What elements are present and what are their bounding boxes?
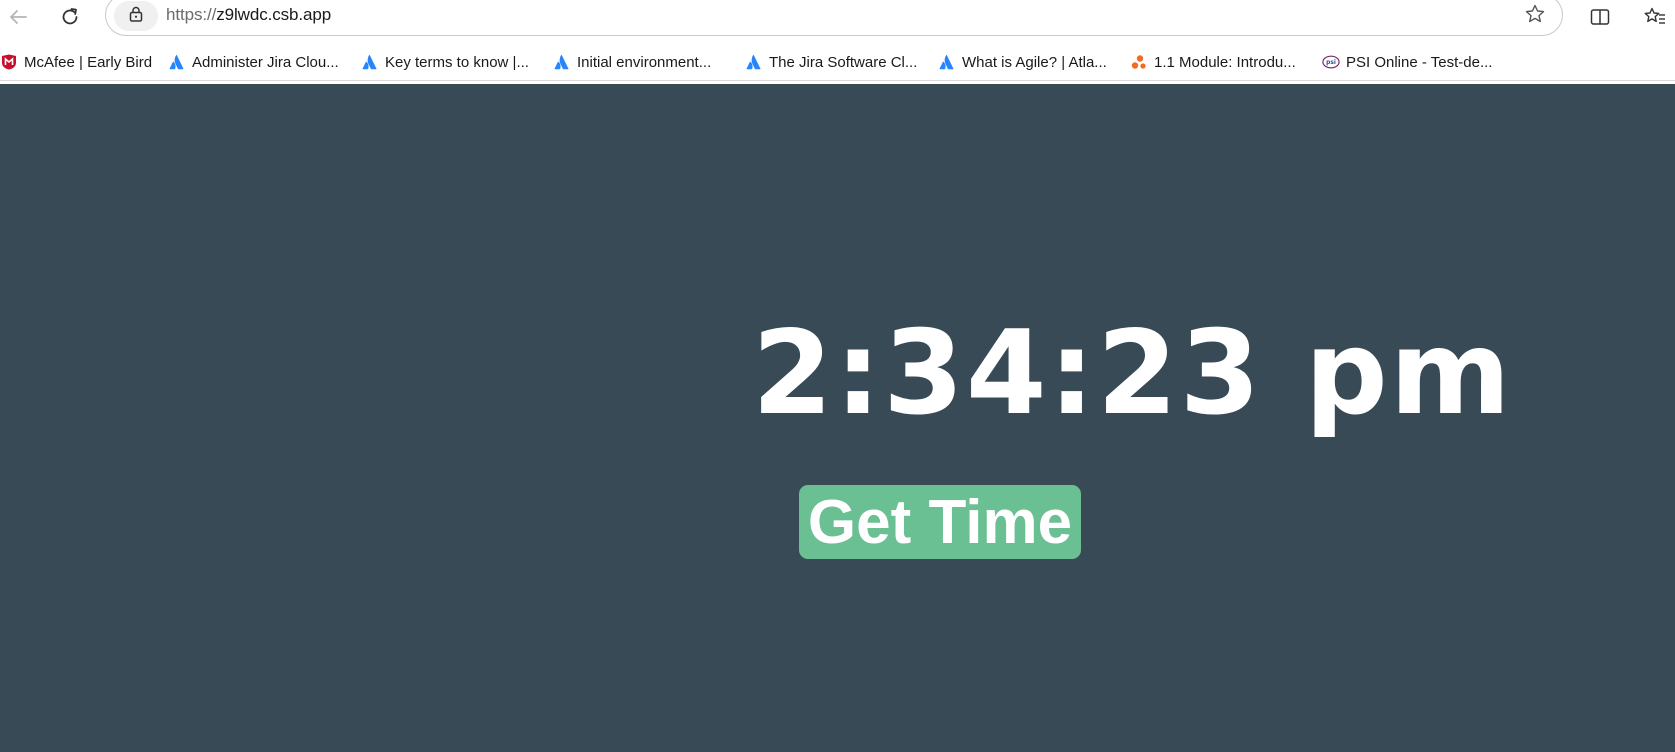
bookmark-mcafee[interactable]: McAfee | Early Bird: [0, 50, 152, 74]
bookmark-key-terms[interactable]: Key terms to know |...: [361, 50, 529, 74]
atlassian-icon: [168, 53, 186, 71]
browser-toolbar: https://z9lwdc.csb.app: [0, 0, 1675, 38]
page-content: 2:34:23 pm Get Time: [0, 84, 1675, 752]
module-icon: [1130, 53, 1148, 71]
split-screen-icon: [1589, 6, 1611, 28]
bookmark-what-is-agile[interactable]: What is Agile? | Atla...: [938, 50, 1107, 74]
bookmark-label: PSI Online - Test-de...: [1346, 53, 1493, 71]
mcafee-icon: [0, 53, 18, 71]
arrow-left-icon: [7, 6, 29, 28]
bookmark-label: Initial environment...: [577, 53, 712, 71]
split-screen-button[interactable]: [1582, 0, 1618, 34]
back-button[interactable]: [0, 0, 36, 34]
bookmark-label: What is Agile? | Atla...: [962, 53, 1107, 71]
url-scheme: https://: [166, 5, 217, 24]
bookmark-jira-software[interactable]: The Jira Software Cl...: [745, 50, 917, 74]
atlassian-icon: [745, 53, 763, 71]
favorites-list-icon: [1643, 6, 1667, 28]
bookmark-label: 1.1 Module: Introdu...: [1154, 53, 1296, 71]
star-icon: [1524, 3, 1546, 30]
atlassian-icon: [938, 53, 956, 71]
address-bar[interactable]: https://z9lwdc.csb.app: [105, 0, 1563, 36]
svg-text:psi: psi: [1326, 60, 1336, 66]
bookmark-psi-online[interactable]: psi PSI Online - Test-de...: [1322, 50, 1492, 74]
site-info-button[interactable]: [114, 1, 158, 31]
psi-icon: psi: [1322, 53, 1340, 71]
bookmark-administer-jira[interactable]: Administer Jira Clou...: [168, 50, 339, 74]
get-time-button[interactable]: Get Time: [799, 485, 1081, 559]
bookmark-label: Administer Jira Clou...: [192, 53, 339, 71]
bookmark-module-intro[interactable]: 1.1 Module: Introdu...: [1130, 50, 1296, 74]
bookmark-initial-environment[interactable]: Initial environment...: [553, 50, 711, 74]
url-host: z9lwdc.csb.app: [216, 5, 332, 24]
bookmark-label: McAfee | Early Bird: [24, 53, 153, 71]
url-text[interactable]: https://z9lwdc.csb.app: [166, 5, 331, 25]
reload-button[interactable]: [52, 0, 88, 34]
atlassian-icon: [361, 53, 379, 71]
reload-icon: [59, 6, 81, 28]
favorites-button[interactable]: [1637, 0, 1673, 34]
clock-display: 2:34:23 pm: [752, 306, 1513, 441]
atlassian-icon: [553, 53, 571, 71]
browser-window: https://z9lwdc.csb.app McAfee | Early Bi…: [0, 0, 1675, 752]
bookmark-label: The Jira Software Cl...: [769, 53, 918, 71]
bookmark-label: Key terms to know |...: [385, 53, 529, 71]
bookmarks-bar: McAfee | Early Bird Administer Jira Clou…: [0, 44, 1675, 81]
favorite-star-button[interactable]: [1522, 3, 1548, 29]
lock-icon: [127, 5, 145, 28]
